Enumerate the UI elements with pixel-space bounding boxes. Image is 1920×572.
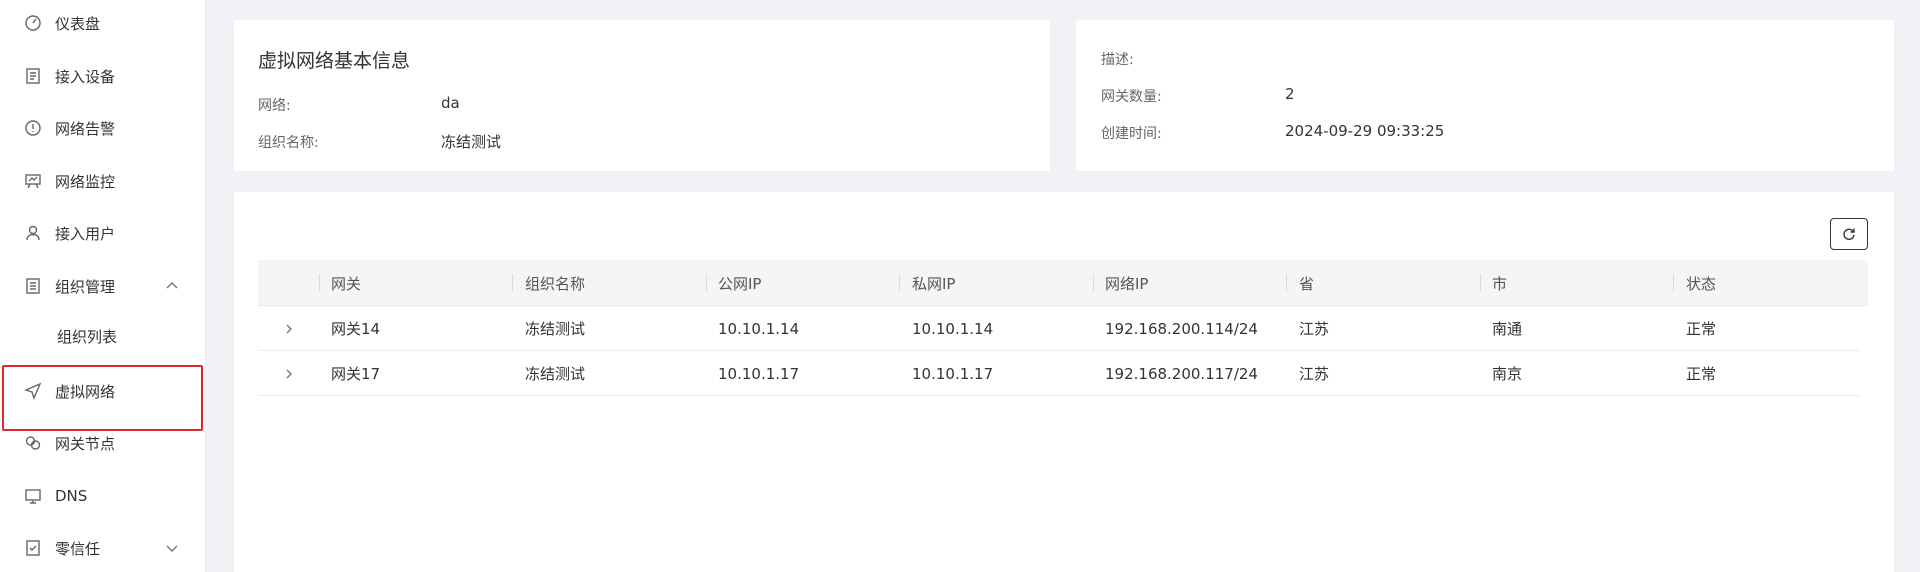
cell-city: 南京: [1492, 365, 1523, 383]
gauge-icon: [24, 14, 42, 32]
created-time-label: 创建时间:: [1101, 126, 1162, 142]
sidebar-item-label: 接入用户: [55, 224, 116, 243]
details-card: 描述: 网关数量: 2 创建时间: 2024-09-29 09:33:25: [1076, 20, 1894, 171]
sidebar-item-org-management[interactable]: 组织管理: [0, 266, 206, 306]
column-header[interactable]: 状态: [1686, 260, 1716, 306]
sidebar-item-label: DNS: [55, 487, 88, 505]
cell-private-ip: 10.10.1.14: [912, 319, 994, 338]
sidebar-item-label: 虚拟网络: [55, 382, 116, 401]
sidebar-item-org-list[interactable]: 组织列表: [0, 316, 206, 356]
column-header[interactable]: 网络IP: [1105, 260, 1148, 306]
sidebar-item-label: 网络告警: [55, 119, 116, 138]
sidebar-item-zero-trust[interactable]: 零信任: [0, 528, 206, 568]
column-header[interactable]: 省: [1299, 260, 1314, 306]
app-root: 仪表盘 接入设备 网络告警 网络监控 接入用户 组织管理 组织列表 虚拟网络 网…: [0, 0, 1920, 572]
cell-public-ip: 10.10.1.17: [718, 364, 800, 383]
desktop-icon: [24, 487, 42, 505]
column-divider: [1286, 274, 1287, 292]
sidebar-item-gateway-nodes[interactable]: 网关节点: [0, 423, 206, 463]
cell-network-ip: 192.168.200.117/24: [1105, 364, 1258, 383]
cell-province: 江苏: [1299, 320, 1330, 338]
column-divider: [899, 274, 900, 292]
cell-network-ip: 192.168.200.114/24: [1105, 319, 1258, 338]
gateway-count-value: 2: [1285, 85, 1295, 103]
column-header[interactable]: 组织名称: [525, 260, 585, 306]
refresh-icon: [1841, 226, 1857, 242]
page-title: 虚拟网络基本信息: [258, 50, 411, 72]
cell-province: 江苏: [1299, 365, 1330, 383]
column-divider: [1093, 274, 1094, 292]
created-time-value: 2024-09-29 09:33:25: [1285, 122, 1445, 140]
sidebar-item-network-monitor[interactable]: 网络监控: [0, 161, 206, 201]
table-row[interactable]: 网关17 冻结测试 10.10.1.17 10.10.1.17 192.168.…: [258, 351, 1860, 396]
cell-org-name: 冻结测试: [525, 365, 586, 383]
cell-org-name: 冻结测试: [525, 320, 586, 338]
gateway-count-label: 网关数量:: [1101, 89, 1162, 105]
device-list-icon: [24, 67, 42, 85]
network-value: da: [441, 94, 460, 112]
table-header: 网关 组织名称 公网IP 私网IP 网络IP 省 市 状态: [258, 260, 1868, 306]
description-label: 描述:: [1101, 52, 1134, 68]
send-arrow-icon: [24, 382, 42, 400]
cell-public-ip: 10.10.1.14: [718, 319, 800, 338]
org-value: 冻结测试: [441, 133, 502, 151]
chevron-right-icon[interactable]: [282, 366, 296, 380]
sidebar-item-access-users[interactable]: 接入用户: [0, 213, 206, 253]
cell-gateway: 网关17: [331, 365, 381, 383]
column-header[interactable]: 网关: [331, 260, 361, 306]
cell-city: 南通: [1492, 320, 1523, 338]
sidebar-item-label: 组织列表: [57, 327, 118, 346]
sidebar-item-label: 零信任: [55, 539, 101, 558]
column-header[interactable]: 市: [1492, 260, 1507, 306]
monitor-board-icon: [24, 172, 42, 190]
sidebar-item-label: 接入设备: [55, 67, 116, 86]
sidebar-item-access-devices[interactable]: 接入设备: [0, 56, 206, 96]
sidebar-item-dashboard[interactable]: 仪表盘: [0, 3, 206, 43]
column-divider: [706, 274, 707, 292]
chevron-up-icon[interactable]: [164, 278, 180, 294]
refresh-button[interactable]: [1830, 218, 1868, 250]
cell-gateway: 网关14: [331, 320, 381, 338]
sidebar-item-virtual-network[interactable]: 虚拟网络: [0, 371, 206, 411]
column-divider: [1673, 274, 1674, 292]
basic-info-card: 虚拟网络基本信息 网络: da 组织名称: 冻结测试: [234, 20, 1050, 171]
alert-circle-icon: [24, 119, 42, 137]
user-icon: [24, 224, 42, 242]
network-label: 网络:: [258, 98, 291, 114]
sidebar: 仪表盘 接入设备 网络告警 网络监控 接入用户 组织管理 组织列表 虚拟网络 网…: [0, 0, 206, 572]
sidebar-item-label: 组织管理: [55, 277, 116, 296]
cell-private-ip: 10.10.1.17: [912, 364, 994, 383]
sidebar-item-label: 仪表盘: [55, 14, 101, 33]
gateway-table-card: 网关 组织名称 公网IP 私网IP 网络IP 省 市 状态 网关14 冻结测试 …: [234, 192, 1894, 572]
cell-status: 正常: [1686, 365, 1717, 383]
org-label: 组织名称:: [258, 135, 319, 151]
chevron-right-icon[interactable]: [282, 321, 296, 335]
sidebar-item-label: 网关节点: [55, 434, 116, 453]
column-header[interactable]: 私网IP: [912, 260, 955, 306]
column-divider: [319, 274, 320, 292]
column-divider: [1480, 274, 1481, 292]
link-nodes-icon: [24, 434, 42, 452]
sidebar-item-dns[interactable]: DNS: [0, 476, 206, 516]
column-header[interactable]: 公网IP: [718, 260, 761, 306]
chevron-down-icon[interactable]: [164, 540, 180, 556]
table-row[interactable]: 网关14 冻结测试 10.10.1.14 10.10.1.14 192.168.…: [258, 306, 1860, 351]
shield-doc-icon: [24, 539, 42, 557]
sidebar-item-network-alerts[interactable]: 网络告警: [0, 108, 206, 148]
sidebar-item-label: 网络监控: [55, 172, 116, 191]
org-doc-icon: [24, 277, 42, 295]
cell-status: 正常: [1686, 320, 1717, 338]
gateway-table: 网关 组织名称 公网IP 私网IP 网络IP 省 市 状态 网关14 冻结测试 …: [258, 260, 1868, 396]
column-divider: [512, 274, 513, 292]
